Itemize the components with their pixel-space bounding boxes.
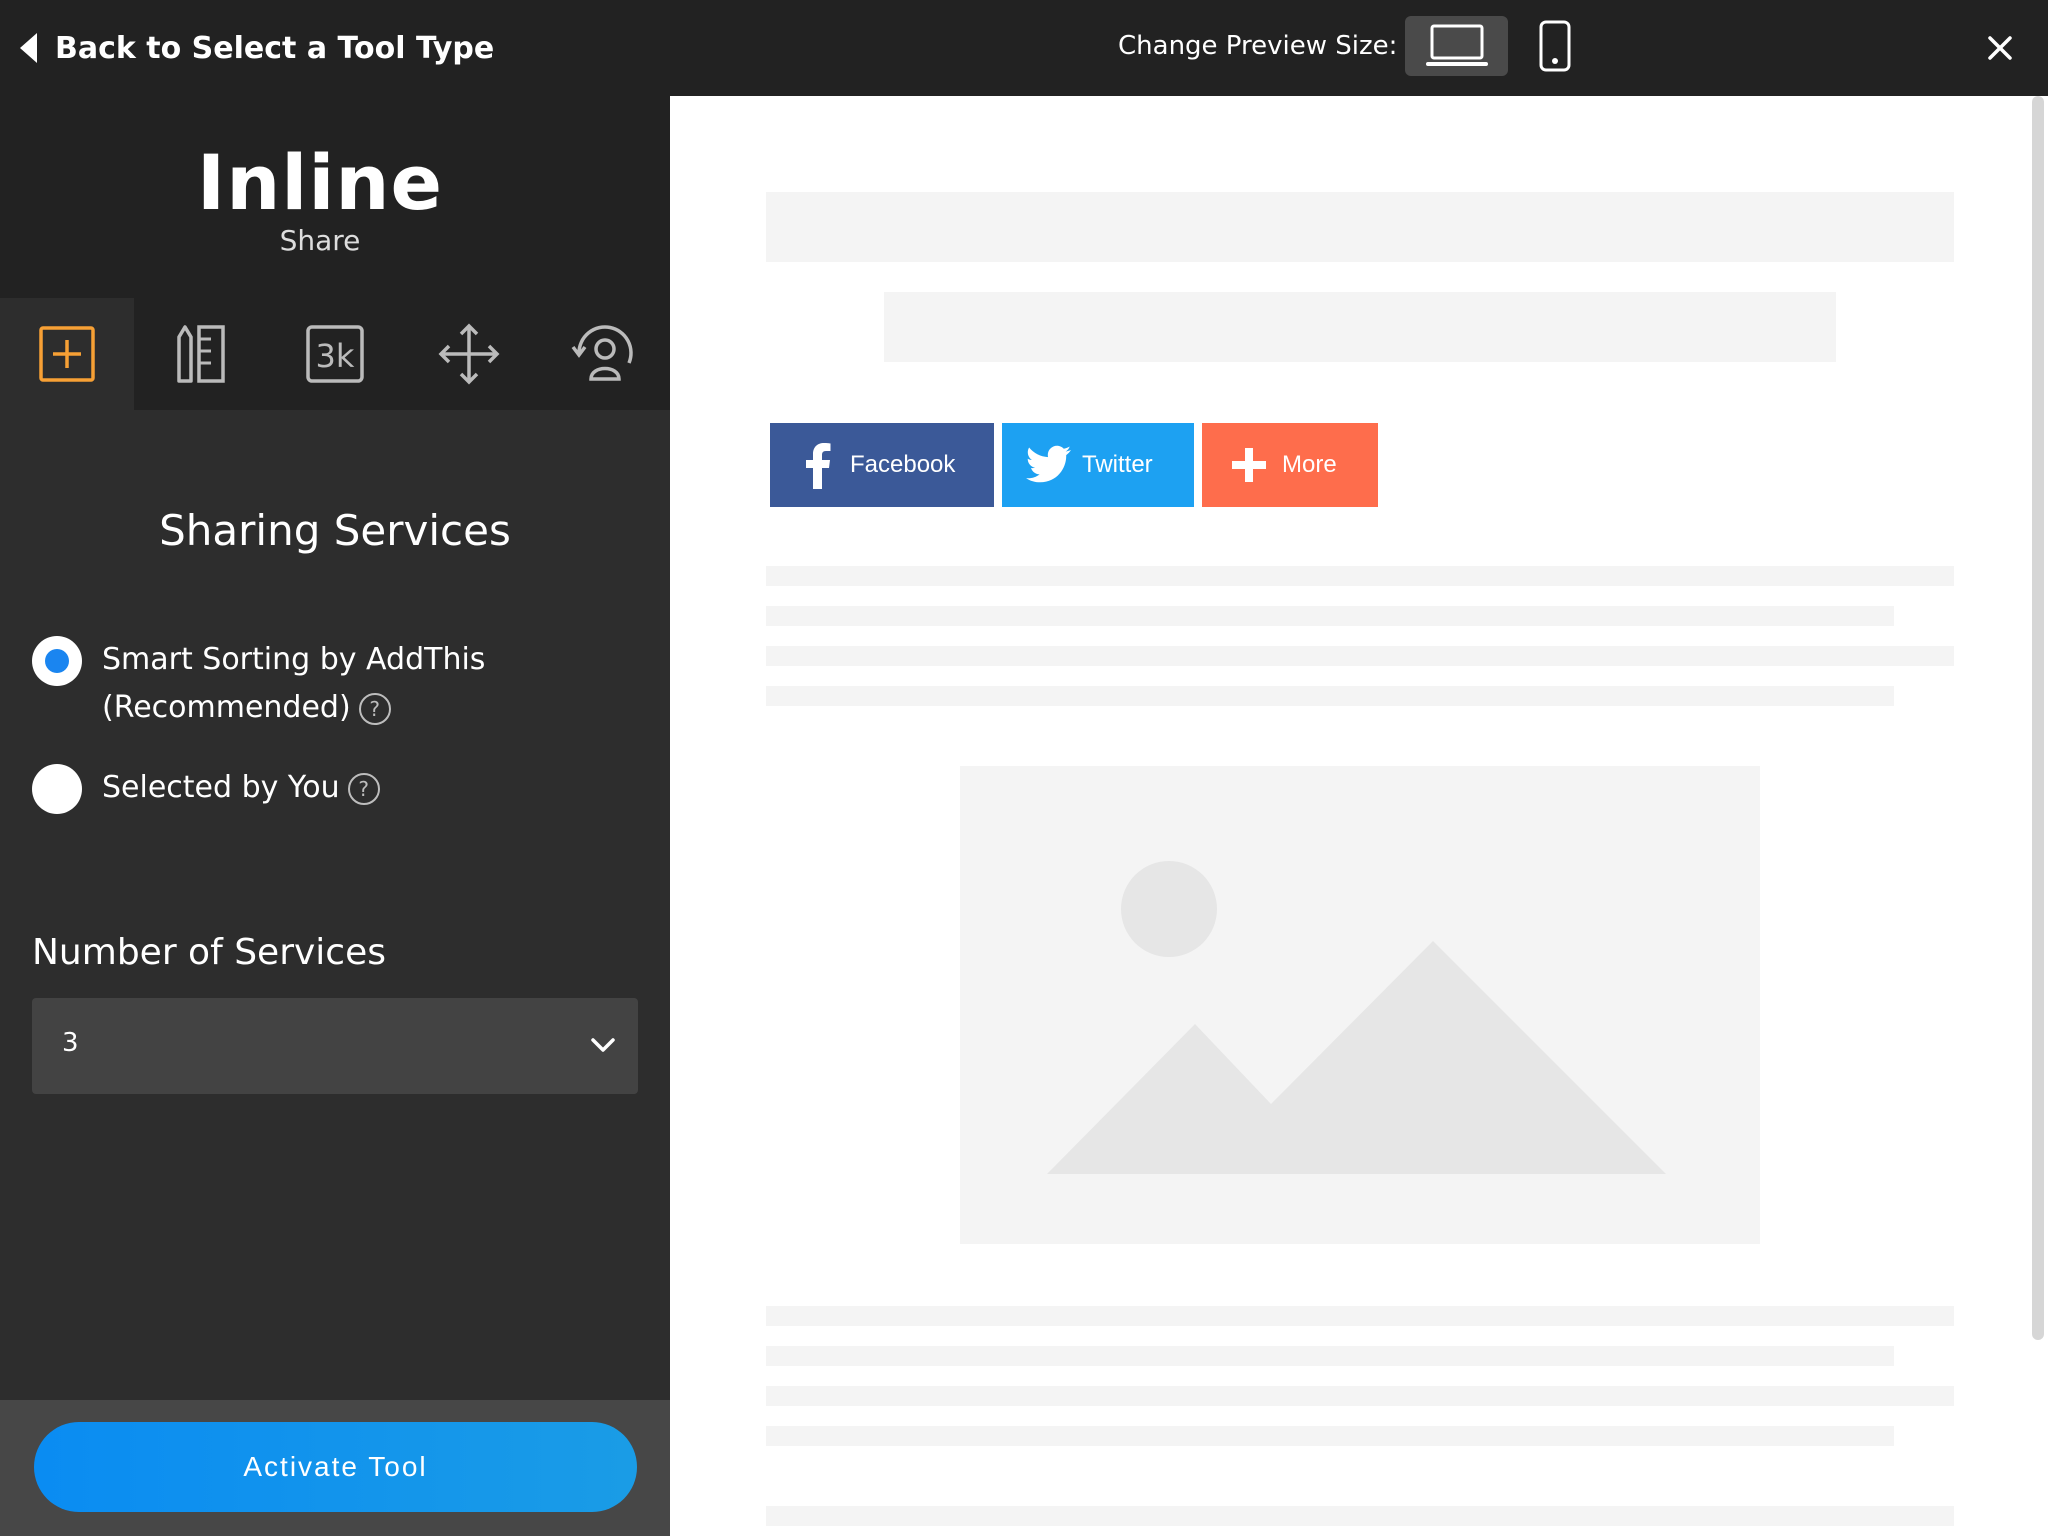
- close-icon[interactable]: [1982, 30, 2018, 66]
- title-placeholder: [766, 192, 1954, 262]
- twitter-icon: [1026, 445, 1071, 483]
- plus-icon: [1232, 448, 1266, 482]
- back-label: Back to Select a Tool Type: [55, 30, 495, 66]
- mobile-preview-button[interactable]: [1520, 16, 1590, 76]
- text-line-placeholder: [766, 606, 1894, 626]
- image-placeholder: [960, 766, 1760, 1244]
- radio-smart-sorting[interactable]: Smart Sorting by AddThis (Recommended)?: [32, 636, 542, 732]
- settings-tabs: 3k: [0, 298, 670, 410]
- subtitle-placeholder: [884, 292, 1836, 362]
- radio-button-unchecked[interactable]: [32, 764, 82, 814]
- phone-icon: [1539, 20, 1571, 72]
- chevron-down-icon: [591, 1038, 615, 1052]
- tab-services[interactable]: [0, 298, 134, 410]
- radio-button-checked[interactable]: [32, 636, 82, 686]
- sidebar-footer: Activate Tool: [0, 1400, 670, 1536]
- twitter-label: Twitter: [1082, 451, 1153, 478]
- tab-targeting[interactable]: [536, 298, 670, 410]
- text-line-placeholder: [766, 1426, 1894, 1446]
- laptop-icon: [1425, 24, 1488, 66]
- text-line-placeholder: [766, 686, 1894, 706]
- select-value: 3: [62, 1028, 79, 1058]
- back-to-tool-type-link[interactable]: Back to Select a Tool Type: [20, 25, 494, 71]
- text-line-placeholder: [766, 1346, 1894, 1366]
- top-bar: Back to Select a Tool Type Change Previe…: [0, 0, 2048, 96]
- radio-selected-by-you[interactable]: Selected by You?: [32, 764, 542, 814]
- text-line-placeholder: [766, 566, 1954, 586]
- add-box-icon: [39, 326, 95, 382]
- help-icon[interactable]: ?: [347, 772, 380, 805]
- more-label: More: [1282, 451, 1337, 478]
- desktop-preview-button[interactable]: [1405, 16, 1508, 76]
- number-of-services-label: Number of Services: [32, 932, 387, 973]
- activate-tool-button[interactable]: Activate Tool: [34, 1422, 637, 1512]
- move-arrows-icon: [438, 323, 500, 385]
- sharing-services-heading: Sharing Services: [159, 506, 511, 555]
- more-share-button[interactable]: More: [1202, 423, 1378, 507]
- radio-label-selected-by-you: Selected by You: [102, 770, 340, 805]
- text-line-placeholder: [766, 646, 1954, 666]
- radio-label-smart-sorting: Smart Sorting by AddThis (Recommended): [102, 642, 486, 725]
- facebook-icon: [806, 443, 831, 489]
- tool-subtitle: Share: [279, 224, 361, 257]
- twitter-share-button[interactable]: Twitter: [1002, 423, 1194, 507]
- tool-header: Inline Share: [0, 96, 670, 298]
- tab-design[interactable]: [134, 298, 268, 410]
- share-toolbar: Facebook Twitter More: [770, 423, 1386, 507]
- svg-text:3k: 3k: [316, 337, 355, 375]
- sidebar: Inline Share 3k Sharing Services Smart S…: [0, 96, 670, 1536]
- landscape-image-icon: [1047, 861, 1666, 1174]
- help-icon[interactable]: ?: [358, 692, 391, 725]
- preview-scrollbar[interactable]: [2032, 96, 2044, 1340]
- user-target-icon: [571, 325, 633, 381]
- text-line-placeholder: [766, 1306, 1954, 1326]
- ruler-pencil-icon: [177, 325, 225, 383]
- counter-3k-icon: 3k: [306, 325, 364, 383]
- preview-pane: Facebook Twitter More: [670, 96, 2048, 1536]
- back-arrow-icon: [20, 33, 37, 63]
- tool-title: Inline: [196, 138, 444, 227]
- facebook-label: Facebook: [850, 451, 956, 478]
- preview-size-label: Change Preview Size:: [1118, 31, 1398, 61]
- number-of-services-select[interactable]: 3: [32, 998, 638, 1094]
- text-line-placeholder: [766, 1506, 1954, 1526]
- tab-position[interactable]: [402, 298, 536, 410]
- tab-counts[interactable]: 3k: [268, 298, 402, 410]
- facebook-share-button[interactable]: Facebook: [770, 423, 994, 507]
- text-line-placeholder: [766, 1386, 1954, 1406]
